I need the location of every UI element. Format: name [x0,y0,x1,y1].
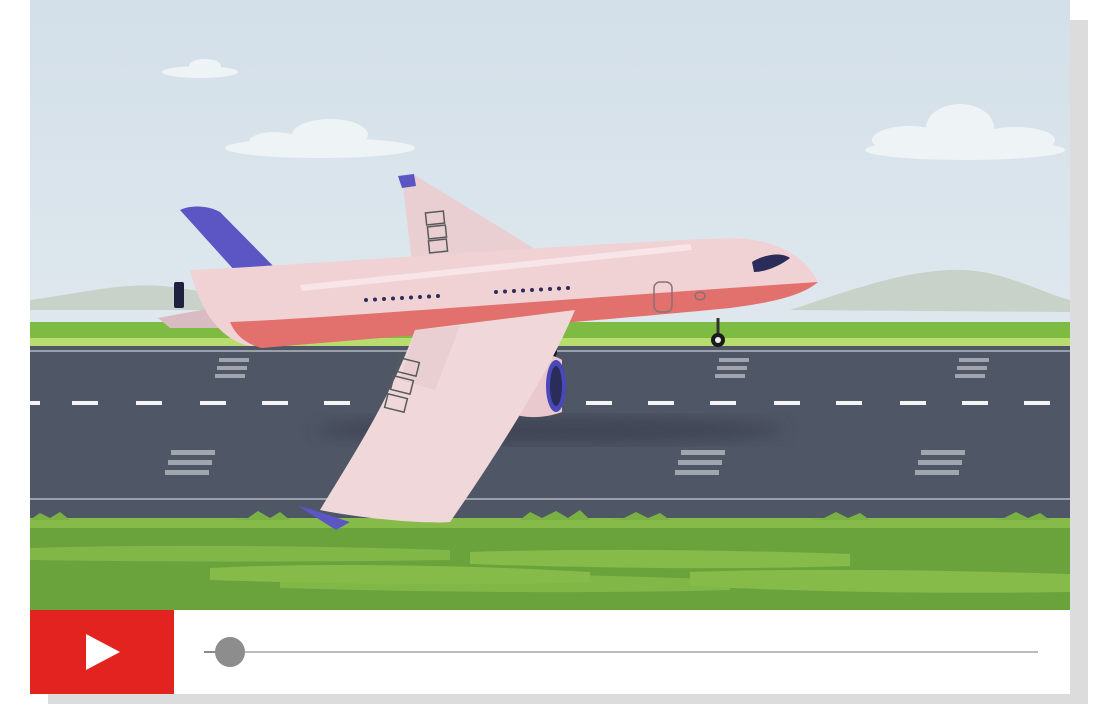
video-thumbnail [30,0,1070,610]
play-icon [86,634,120,670]
progress-thumb[interactable] [215,637,245,667]
video-player [30,0,1070,694]
progress-track[interactable] [204,637,1038,667]
video-frame[interactable] [30,0,1070,610]
player-control-bar [30,610,1070,694]
play-button[interactable] [30,610,174,694]
